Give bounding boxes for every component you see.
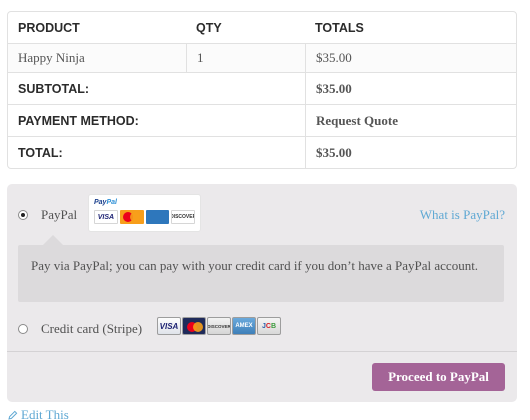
edit-this-link[interactable]: Edit This (8, 407, 69, 420)
mastercard-icon (119, 210, 144, 224)
column-header-product: PRODUCT (18, 20, 80, 35)
what-is-paypal-link[interactable]: What is PayPal? (420, 207, 505, 223)
payment-method-row: PAYMENT METHOD: Request Quote (8, 104, 516, 136)
paypal-label[interactable]: PayPal (41, 207, 77, 223)
product-qty: 1 (186, 44, 305, 72)
order-summary-table: PRODUCT QTY TOTALS Happy Ninja 1 $35.00 … (7, 11, 517, 169)
edit-this-label: Edit This (21, 407, 69, 420)
proceed-to-paypal-button[interactable]: Proceed to PayPal (372, 363, 505, 391)
stripe-card-logos: VISA DISCOVER AMEX JCB (157, 317, 281, 335)
total-value: $35.00 (305, 137, 516, 168)
subtotal-row: SUBTOTAL: $35.00 (8, 72, 516, 104)
visa-card-icon: VISA (94, 210, 118, 224)
jcb-card-icon: JCB (257, 317, 281, 335)
paypal-radio[interactable] (18, 210, 28, 220)
paypal-description: Pay via PayPal; you can pay with your cr… (18, 235, 504, 302)
column-header-qty: QTY (196, 20, 222, 35)
total-label: TOTAL: (18, 145, 63, 160)
payment-method-label: PAYMENT METHOD: (18, 113, 139, 128)
mastercard-icon (182, 317, 206, 335)
total-row: TOTAL: $35.00 (8, 136, 516, 168)
product-total: $35.00 (305, 44, 516, 72)
stripe-radio[interactable] (18, 324, 28, 334)
subtotal-value: $35.00 (305, 73, 516, 104)
table-header-row: PRODUCT QTY TOTALS (8, 12, 516, 43)
table-row: Happy Ninja 1 $35.00 (8, 43, 516, 72)
payment-divider (7, 351, 517, 352)
subtotal-label: SUBTOTAL: (18, 81, 90, 96)
amex-card-icon: AMEX (232, 317, 256, 335)
product-name: Happy Ninja (18, 50, 85, 65)
payment-method-value: Request Quote (305, 105, 516, 136)
pencil-icon (8, 410, 18, 420)
payment-option-stripe[interactable]: Credit card (Stripe) (18, 321, 142, 337)
payment-methods-box: PayPal PayPal VISA DISCOVER What is PayP… (7, 184, 517, 402)
discover-card-icon: DISCOVER (171, 210, 195, 224)
payment-option-paypal[interactable]: PayPal (18, 207, 77, 223)
column-header-totals: TOTALS (315, 20, 364, 35)
visa-card-icon: VISA (157, 317, 181, 335)
paypal-acceptance-mark: PayPal VISA DISCOVER (89, 195, 200, 231)
amex-card-icon (145, 210, 170, 224)
discover-card-icon: DISCOVER (207, 317, 231, 335)
stripe-label[interactable]: Credit card (Stripe) (41, 321, 142, 337)
paypal-logo: PayPal (94, 199, 117, 206)
